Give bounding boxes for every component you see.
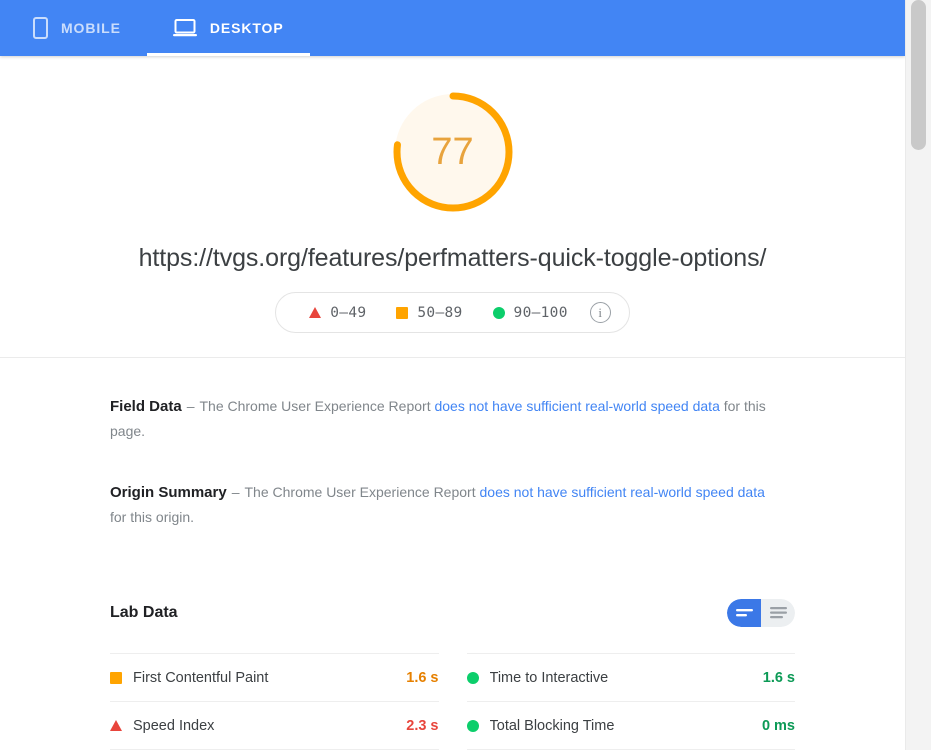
tab-mobile-label: MOBILE [61, 20, 121, 36]
detailed-list-view-button[interactable] [761, 599, 795, 627]
origin-summary-text-after: for this origin. [110, 509, 195, 525]
origin-summary-title: Origin Summary [110, 484, 227, 501]
mobile-phone-icon [33, 17, 48, 39]
metric-row-first-contentful-paint[interactable]: First Contentful Paint 1.6 s [110, 653, 439, 702]
legend-label-pass: 90–100 [513, 304, 568, 321]
lab-metrics-grid: First Contentful Paint 1.6 s Speed Index… [110, 653, 795, 750]
field-data-section: Field Data – The Chrome User Experience Re… [110, 394, 770, 444]
metric-label: Total Blocking Time [489, 717, 615, 734]
metric-row-time-to-interactive[interactable]: Time to Interactive 1.6 s [466, 653, 795, 702]
origin-summary-text-before: The Chrome User Experience Report [244, 484, 480, 500]
page-scroll-container: MOBILE DESKTOP 77 https://tvgs.org/featu… [0, 0, 905, 750]
info-icon[interactable]: i [589, 302, 611, 323]
detailed-list-view-icon [769, 606, 787, 620]
lab-data-title: Lab Data [110, 604, 178, 621]
metric-value: 2.3 s [406, 717, 439, 734]
metric-label: Speed Index [133, 717, 215, 734]
metric-row-total-blocking-time[interactable]: Total Blocking Time 0 ms [466, 702, 795, 750]
legend-label-average: 50–89 [417, 304, 463, 321]
origin-summary-link[interactable]: does not have sufficient real-world spee… [480, 484, 765, 500]
tab-desktop[interactable]: DESKTOP [146, 0, 310, 56]
lab-data-header: Lab Data [110, 599, 795, 627]
performance-score-value: 77 [431, 131, 474, 173]
lab-metrics-column-right: Time to Interactive 1.6 s Total Blocking… [466, 653, 795, 750]
legend-item-pass: 90–100 [478, 305, 583, 321]
score-legend: 0–49 50–89 90–100 i [275, 292, 630, 333]
score-range-average-square-icon [396, 306, 409, 319]
lab-data-view-toggle [727, 599, 795, 627]
scrollbar-thumb[interactable] [911, 0, 926, 150]
origin-summary-dash: – [231, 484, 240, 500]
metric-row-speed-index[interactable]: Speed Index 2.3 s [110, 702, 439, 750]
field-data-text-before: The Chrome User Experience Report [199, 398, 435, 414]
metric-value: 1.6 s [762, 669, 795, 686]
analyzed-page-url: https://tvgs.org/features/perfmatters-qu… [138, 244, 767, 272]
metric-value: 1.6 s [406, 669, 439, 686]
report-content: Field Data – The Chrome User Experience Re… [0, 394, 905, 750]
score-range-pass-circle-icon [492, 306, 505, 319]
field-data-title: Field Data [110, 398, 182, 415]
lab-metrics-column-left: First Contentful Paint 1.6 s Speed Index… [110, 653, 439, 750]
tab-desktop-label: DESKTOP [209, 20, 284, 36]
legend-item-average: 50–89 [381, 305, 477, 321]
status-average-square-icon [110, 671, 122, 684]
top-app-bar: MOBILE DESKTOP [0, 0, 905, 56]
status-fail-triangle-icon [110, 720, 122, 731]
device-tabs: MOBILE DESKTOP [0, 0, 905, 56]
status-pass-circle-icon [466, 671, 479, 684]
tab-mobile[interactable]: MOBILE [7, 0, 147, 56]
vertical-scrollbar[interactable] [905, 0, 931, 750]
status-pass-circle-icon [466, 719, 479, 732]
score-range-fail-triangle-icon [309, 307, 322, 318]
score-hero-section: 77 https://tvgs.org/features/perfmatters… [0, 56, 905, 358]
metric-value: 0 ms [761, 717, 795, 734]
desktop-monitor-icon [172, 18, 197, 38]
metric-label: Time to Interactive [489, 669, 609, 686]
performance-score-gauge: 77 [383, 82, 523, 222]
metric-label: First Contentful Paint [133, 669, 269, 686]
legend-item-fail: 0–49 [294, 305, 381, 321]
compact-list-view-button[interactable] [727, 599, 761, 627]
origin-summary-section: Origin Summary – The Chrome User Experienc… [110, 480, 770, 530]
field-data-link[interactable]: does not have sufficient real-world spee… [434, 398, 719, 414]
compact-list-view-icon [735, 607, 753, 619]
field-data-dash: – [186, 398, 195, 414]
legend-label-fail: 0–49 [330, 304, 367, 321]
